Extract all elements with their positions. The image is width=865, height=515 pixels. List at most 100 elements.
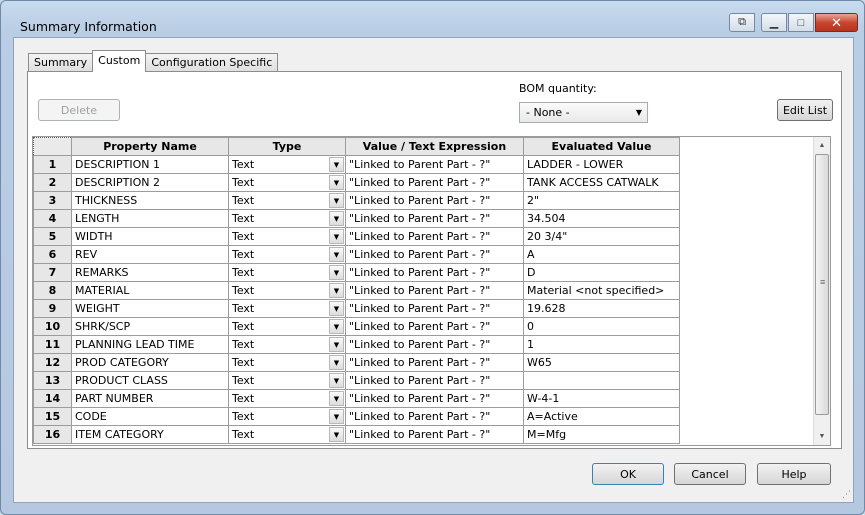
edit-list-button[interactable]: Edit List <box>777 99 833 121</box>
table-row[interactable]: 13 PRODUCT CLASS Text ▼ "Linked to Parent Pa… <box>33 371 680 390</box>
type-dropdown-arrow-icon[interactable]: ▼ <box>329 391 344 406</box>
column-header-evaluated-value[interactable]: Evaluated Value <box>523 137 680 156</box>
value-expression-cell[interactable]: "Linked to Parent Part - ?" <box>345 173 524 192</box>
ok-button[interactable]: OK <box>592 463 664 485</box>
cancel-button[interactable]: Cancel <box>674 463 746 485</box>
table-row[interactable]: 7 REMARKS Text ▼ "Linked to Parent Part - ?"… <box>33 263 680 282</box>
property-name-cell[interactable]: ITEM CATEGORY <box>71 425 229 444</box>
resize-grip-icon[interactable]: ⋰ <box>842 489 851 500</box>
type-cell[interactable]: Text ▼ <box>228 299 346 318</box>
property-name-cell[interactable]: CODE <box>71 407 229 426</box>
table-row[interactable]: 1 DESCRIPTION 1 Text ▼ "Linked to Parent Par… <box>33 155 680 174</box>
column-header-value[interactable]: Value / Text Expression <box>345 137 524 156</box>
help-button[interactable]: Help <box>757 463 831 485</box>
property-name-cell[interactable]: LENGTH <box>71 209 229 228</box>
table-row[interactable]: 8 MATERIAL Text ▼ "Linked to Parent Part - ?… <box>33 281 680 300</box>
value-expression-cell[interactable]: "Linked to Parent Part - ?" <box>345 245 524 264</box>
column-header-property-name[interactable]: Property Name <box>71 137 229 156</box>
type-dropdown-arrow-icon[interactable]: ▼ <box>329 427 344 442</box>
type-dropdown-arrow-icon[interactable]: ▼ <box>329 157 344 172</box>
value-expression-cell[interactable]: "Linked to Parent Part - ?" <box>345 299 524 318</box>
type-dropdown-arrow-icon[interactable]: ▼ <box>329 265 344 280</box>
table-row[interactable]: 11 PLANNING LEAD TIME Text ▼ "Linked to Pare… <box>33 335 680 354</box>
type-cell[interactable]: Text ▼ <box>228 281 346 300</box>
value-expression-cell[interactable]: "Linked to Parent Part - ?" <box>345 335 524 354</box>
table-row[interactable]: 5 WIDTH Text ▼ "Linked to Parent Part - ?" 20… <box>33 227 680 246</box>
value-expression-cell[interactable]: "Linked to Parent Part - ?" <box>345 407 524 426</box>
type-dropdown-arrow-icon[interactable]: ▼ <box>329 193 344 208</box>
type-cell[interactable]: Text ▼ <box>228 263 346 282</box>
property-name-cell[interactable]: PLANNING LEAD TIME <box>71 335 229 354</box>
type-cell[interactable]: Text ▼ <box>228 155 346 174</box>
vertical-scrollbar[interactable]: ▲ ≡ ▼ <box>813 137 830 445</box>
type-cell[interactable]: Text ▼ <box>228 191 346 210</box>
value-expression-cell[interactable]: "Linked to Parent Part - ?" <box>345 227 524 246</box>
type-cell[interactable]: Text ▼ <box>228 227 346 246</box>
type-cell[interactable]: Text ▼ <box>228 335 346 354</box>
type-cell[interactable]: Text ▼ <box>228 407 346 426</box>
value-expression-cell[interactable]: "Linked to Parent Part - ?" <box>345 353 524 372</box>
type-dropdown-arrow-icon[interactable]: ▼ <box>329 319 344 334</box>
type-dropdown-arrow-icon[interactable]: ▼ <box>329 247 344 262</box>
table-row[interactable]: 2 DESCRIPTION 2 Text ▼ "Linked to Parent Par… <box>33 173 680 192</box>
value-expression-cell[interactable]: "Linked to Parent Part - ?" <box>345 371 524 390</box>
property-name-cell[interactable]: PRODUCT CLASS <box>71 371 229 390</box>
type-cell[interactable]: Text ▼ <box>228 317 346 336</box>
close-button[interactable]: ✕ <box>815 13 858 32</box>
minimize-button[interactable]: ▁ <box>761 13 787 32</box>
value-expression-cell[interactable]: "Linked to Parent Part - ?" <box>345 389 524 408</box>
type-cell[interactable]: Text ▼ <box>228 371 346 390</box>
table-row[interactable]: 4 LENGTH Text ▼ "Linked to Parent Part - ?" 3… <box>33 209 680 228</box>
value-expression-cell[interactable]: "Linked to Parent Part - ?" <box>345 191 524 210</box>
scroll-up-arrow-icon[interactable]: ▲ <box>814 137 830 154</box>
type-cell[interactable]: Text ▼ <box>228 425 346 444</box>
table-row[interactable]: 15 CODE Text ▼ "Linked to Parent Part - ?" A=… <box>33 407 680 426</box>
property-name-cell[interactable]: MATERIAL <box>71 281 229 300</box>
type-cell[interactable]: Text ▼ <box>228 353 346 372</box>
type-cell[interactable]: Text ▼ <box>228 389 346 408</box>
tab-summary[interactable]: Summary <box>28 53 94 72</box>
type-dropdown-arrow-icon[interactable]: ▼ <box>329 283 344 298</box>
property-name-cell[interactable]: PART NUMBER <box>71 389 229 408</box>
property-name-cell[interactable]: DESCRIPTION 2 <box>71 173 229 192</box>
value-expression-cell[interactable]: "Linked to Parent Part - ?" <box>345 425 524 444</box>
type-cell[interactable]: Text ▼ <box>228 209 346 228</box>
table-row[interactable]: 16 ITEM CATEGORY Text ▼ "Linked to Parent Pa… <box>33 425 680 444</box>
title-bar[interactable]: Summary Information ⧉ ▁ □ ✕ <box>1 1 864 35</box>
type-dropdown-arrow-icon[interactable]: ▼ <box>329 301 344 316</box>
table-row[interactable]: 14 PART NUMBER Text ▼ "Linked to Parent Part… <box>33 389 680 408</box>
column-header-type[interactable]: Type <box>228 137 346 156</box>
value-expression-cell[interactable]: "Linked to Parent Part - ?" <box>345 155 524 174</box>
table-row[interactable]: 10 SHRK/SCP Text ▼ "Linked to Parent Part - … <box>33 317 680 336</box>
table-row[interactable]: 9 WEIGHT Text ▼ "Linked to Parent Part - ?" 1… <box>33 299 680 318</box>
property-name-cell[interactable]: THICKNESS <box>71 191 229 210</box>
property-name-cell[interactable]: SHRK/SCP <box>71 317 229 336</box>
table-row[interactable]: 6 REV Text ▼ "Linked to Parent Part - ?" A <box>33 245 680 264</box>
type-dropdown-arrow-icon[interactable]: ▼ <box>329 373 344 388</box>
tab-custom[interactable]: Custom <box>92 50 147 72</box>
scroll-down-arrow-icon[interactable]: ▼ <box>814 428 830 445</box>
type-dropdown-arrow-icon[interactable]: ▼ <box>329 409 344 424</box>
type-dropdown-arrow-icon[interactable]: ▼ <box>329 355 344 370</box>
value-expression-cell[interactable]: "Linked to Parent Part - ?" <box>345 263 524 282</box>
scroll-thumb[interactable]: ≡ <box>815 154 829 415</box>
property-name-cell[interactable]: WEIGHT <box>71 299 229 318</box>
type-dropdown-arrow-icon[interactable]: ▼ <box>329 229 344 244</box>
type-cell[interactable]: Text ▼ <box>228 173 346 192</box>
property-name-cell[interactable]: PROD CATEGORY <box>71 353 229 372</box>
type-cell[interactable]: Text ▼ <box>228 245 346 264</box>
table-row[interactable]: 3 THICKNESS Text ▼ "Linked to Parent Part - … <box>33 191 680 210</box>
type-dropdown-arrow-icon[interactable]: ▼ <box>329 175 344 190</box>
table-row[interactable]: 12 PROD CATEGORY Text ▼ "Linked to Parent Pa… <box>33 353 680 372</box>
tab-configuration-specific[interactable]: Configuration Specific <box>145 53 279 72</box>
bom-quantity-select[interactable]: - None - ▼ <box>519 102 648 123</box>
value-expression-cell[interactable]: "Linked to Parent Part - ?" <box>345 317 524 336</box>
value-expression-cell[interactable]: "Linked to Parent Part - ?" <box>345 281 524 300</box>
value-expression-cell[interactable]: "Linked to Parent Part - ?" <box>345 209 524 228</box>
property-name-cell[interactable]: REMARKS <box>71 263 229 282</box>
property-name-cell[interactable]: WIDTH <box>71 227 229 246</box>
type-dropdown-arrow-icon[interactable]: ▼ <box>329 211 344 226</box>
property-name-cell[interactable]: DESCRIPTION 1 <box>71 155 229 174</box>
select-all-corner[interactable] <box>33 137 72 156</box>
delete-button[interactable]: Delete <box>38 99 120 121</box>
